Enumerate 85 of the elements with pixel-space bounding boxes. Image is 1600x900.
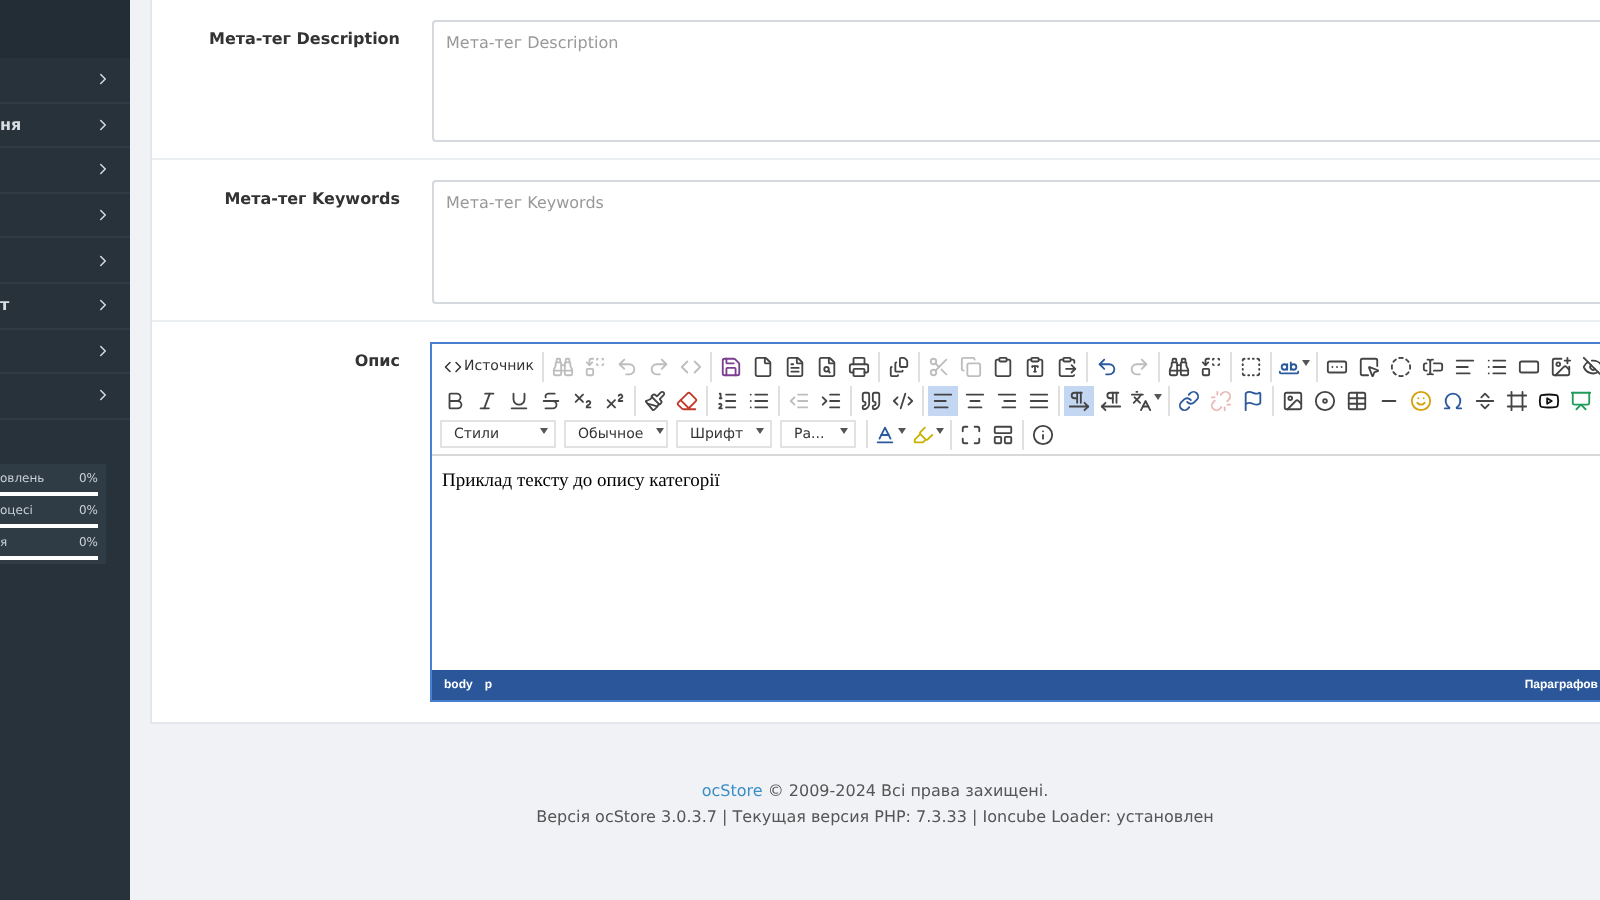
text-area[interactable]: Мета-тег Description [432, 20, 1600, 142]
copy-icon [959, 355, 982, 377]
templates-icon [887, 355, 910, 377]
clipboard-icon [991, 355, 1014, 377]
image-button-icon [1549, 355, 1572, 377]
highlight-icon [912, 423, 934, 445]
strikethrough-icon [540, 389, 562, 411]
right-to-left-icon [1100, 389, 1122, 411]
replace-icon [1199, 355, 1222, 377]
paste-text-icon [1023, 355, 1046, 377]
printer-icon [847, 355, 870, 377]
binoculars-icon [1167, 355, 1190, 377]
image-icon [1282, 389, 1304, 411]
justify-icon [1028, 389, 1050, 411]
redo-icon [647, 355, 670, 377]
link-icon [1178, 389, 1200, 411]
redo-icon [1127, 355, 1150, 377]
flag-icon [1242, 389, 1264, 411]
left-to-right-icon [1068, 389, 1090, 411]
disc-icon [1314, 389, 1336, 411]
printer-button[interactable] [843, 351, 874, 381]
undo-icon [615, 355, 638, 377]
language-icon [1130, 389, 1152, 411]
rectangle-icon [1517, 355, 1540, 377]
sidebar-item-label: т [0, 296, 10, 315]
align-left-button[interactable] [928, 385, 958, 415]
omega-icon [1442, 389, 1464, 411]
align-center-icon [964, 389, 986, 411]
form-icon [1325, 355, 1348, 377]
smiley-icon [1410, 389, 1432, 411]
field-label: Опис [352, 350, 400, 374]
field-label: Мета-тег Keywords [222, 188, 400, 212]
frame-button[interactable] [1502, 385, 1532, 415]
maximize-icon [960, 423, 982, 445]
sidebar-item-label: ня [0, 115, 22, 134]
bulleted-list-icon [748, 389, 770, 411]
video-icon [1538, 389, 1560, 411]
version-text: Версія ocStore 3.0.3.7 | Текущая версия PHP: 7.3.33 | Ioncube Loader: установлен [536, 808, 1214, 826]
binoculars-icon [551, 355, 574, 377]
numbered-list-icon [716, 389, 738, 411]
about-icon [1032, 423, 1054, 445]
page-break-icon [1474, 389, 1496, 411]
editor-content[interactable]: Приклад тексту до опису категорії [442, 472, 720, 492]
page-icon [751, 355, 774, 377]
slideshow-icon [1570, 389, 1592, 411]
replace-icon [583, 355, 606, 377]
align-right-icon [996, 389, 1018, 411]
copyright-text: ocStore © 2009-2024 Всі права захищені. [701, 782, 1049, 800]
text-color-icon [874, 423, 896, 445]
sidebar-item[interactable]: т [0, 283, 130, 330]
field-label: Мета-тег Description [206, 28, 400, 52]
brush-button[interactable] [640, 385, 670, 415]
eraser-icon [676, 389, 698, 411]
bold-icon [444, 389, 466, 411]
div-icon [892, 389, 914, 411]
table-icon [1346, 389, 1368, 411]
italic-icon [476, 389, 498, 411]
code-icon [444, 357, 462, 375]
subscript-icon [572, 389, 594, 411]
frame-icon [1506, 389, 1528, 411]
outdent-icon [788, 389, 810, 411]
undo-icon [1095, 355, 1118, 377]
show-blocks-icon [992, 423, 1014, 445]
underline-icon [508, 389, 530, 411]
quote-icon [860, 389, 882, 411]
paste-icon [1055, 355, 1078, 377]
unlink-icon [1210, 389, 1232, 411]
left-to-right-button[interactable] [1064, 385, 1094, 415]
disc-button[interactable] [1310, 385, 1340, 415]
document-icon [783, 355, 806, 377]
align-left-icon [932, 389, 954, 411]
scissors-icon [927, 355, 950, 377]
preview-icon [815, 355, 838, 377]
superscript-icon [604, 389, 626, 411]
brush-icon [644, 389, 666, 411]
indent-icon [820, 389, 842, 411]
about-button[interactable] [1028, 419, 1058, 449]
sidebar-item[interactable]: ня [0, 103, 130, 149]
save-icon [719, 355, 742, 377]
text-field-icon [1421, 355, 1444, 377]
language-button[interactable] [1128, 385, 1164, 415]
link-button[interactable] [1174, 385, 1204, 415]
select-all-icon [1239, 355, 1262, 377]
text-area[interactable]: Мета-тег Keywords [432, 180, 1600, 304]
code-icon [679, 355, 702, 377]
